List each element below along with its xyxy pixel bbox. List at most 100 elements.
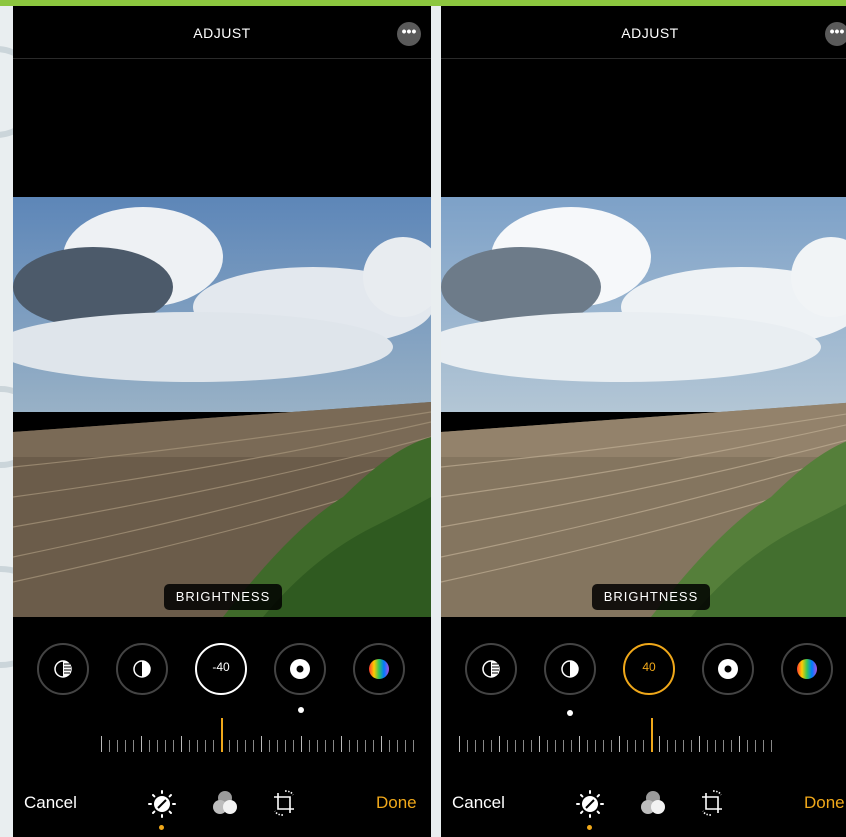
- top-bar: ADJUST •••: [441, 6, 846, 59]
- slider-tick: [547, 740, 548, 752]
- slider-needle[interactable]: [221, 718, 223, 752]
- adjust-dial-icon[interactable]: [147, 789, 177, 819]
- slider-tick: [109, 740, 110, 752]
- saturation-tool[interactable]: [353, 643, 405, 695]
- cancel-button[interactable]: Cancel: [24, 793, 77, 813]
- adjustment-slider[interactable]: [459, 718, 779, 752]
- brightness-tool[interactable]: 40: [623, 643, 675, 695]
- adjustment-slider[interactable]: [101, 718, 417, 752]
- slider-tick: [253, 740, 254, 752]
- saturation-icon: [369, 659, 389, 679]
- slider-tick: [771, 740, 772, 752]
- crop-rotate-icon[interactable]: [270, 789, 298, 817]
- slider-tick: [325, 740, 326, 752]
- done-button[interactable]: Done: [804, 793, 845, 813]
- slider-tick: [173, 740, 174, 752]
- active-mode-indicator: [587, 825, 592, 830]
- slider-tick: [571, 740, 572, 752]
- slider-tick: [499, 736, 500, 752]
- slider-tick: [491, 740, 492, 752]
- slider-tick: [699, 736, 700, 752]
- slider-tick: [341, 736, 342, 752]
- top-bar: ADJUST •••: [13, 6, 431, 59]
- slider-tick: [611, 740, 612, 752]
- filters-icon[interactable]: [211, 789, 239, 817]
- slider-tick: [531, 740, 532, 752]
- slider-tick: [189, 740, 190, 752]
- slider-tick: [141, 736, 142, 752]
- slider-tick: [237, 740, 238, 752]
- slider-tick: [261, 736, 262, 752]
- adjustment-name-label: BRIGHTNESS: [164, 584, 282, 610]
- slider-tick: [667, 740, 668, 752]
- slider-tick: [269, 740, 270, 752]
- slider-tick: [739, 736, 740, 752]
- slider-tick: [683, 740, 684, 752]
- contrast-icon: [133, 660, 151, 678]
- black-point-icon: [290, 659, 310, 679]
- brilliance-tool[interactable]: [116, 643, 168, 695]
- slider-tick: [389, 740, 390, 752]
- slider-tick: [619, 736, 620, 752]
- bottom-toolbar: Cancel Done: [13, 789, 431, 830]
- slider-tick: [229, 740, 230, 752]
- more-options-icon[interactable]: •••: [397, 22, 421, 46]
- slider-tick: [507, 740, 508, 752]
- slider-tick: [483, 740, 484, 752]
- slider-tick: [149, 740, 150, 752]
- slider-tick: [659, 736, 660, 752]
- active-mode-indicator: [159, 825, 164, 830]
- exposure-tool[interactable]: [465, 643, 517, 695]
- saturation-icon: [797, 659, 817, 679]
- slider-tick: [117, 740, 118, 752]
- slider-tick: [181, 736, 182, 752]
- slider-tick: [603, 740, 604, 752]
- slider-tick: [301, 736, 302, 752]
- black-point-tool[interactable]: [274, 643, 326, 695]
- slider-tick: [317, 740, 318, 752]
- slider-tick: [523, 740, 524, 752]
- exposure-tool[interactable]: [37, 643, 89, 695]
- done-button[interactable]: Done: [376, 793, 417, 813]
- brightness-tool[interactable]: -40: [195, 643, 247, 695]
- slider-tick: [747, 740, 748, 752]
- editor-panel-left: ADJUST ••• BRIGHTNESS -40 Cancel Done: [13, 6, 431, 837]
- slider-tick: [595, 740, 596, 752]
- slider-tick: [675, 740, 676, 752]
- default-position-dot: [298, 707, 304, 713]
- exposure-icon: [482, 660, 500, 678]
- more-options-icon[interactable]: •••: [825, 22, 846, 46]
- slider-tick: [579, 736, 580, 752]
- adjust-dial-icon[interactable]: [575, 789, 605, 819]
- slider-tick: [715, 740, 716, 752]
- slider-tick: [643, 740, 644, 752]
- slider-tick: [459, 736, 460, 752]
- filters-icon[interactable]: [639, 789, 667, 817]
- bottom-toolbar: Cancel Done: [441, 789, 846, 830]
- photo-preview: [441, 197, 846, 617]
- crop-rotate-icon[interactable]: [698, 789, 726, 817]
- slider-tick: [635, 740, 636, 752]
- contrast-icon: [561, 660, 579, 678]
- slider-tick: [349, 740, 350, 752]
- slider-tick: [165, 740, 166, 752]
- slider-tick: [333, 740, 334, 752]
- slider-needle[interactable]: [651, 718, 653, 752]
- slider-tick: [467, 740, 468, 752]
- brilliance-tool[interactable]: [544, 643, 596, 695]
- cancel-button[interactable]: Cancel: [452, 793, 505, 813]
- black-point-tool[interactable]: [702, 643, 754, 695]
- saturation-tool[interactable]: [781, 643, 833, 695]
- slider-tick: [707, 740, 708, 752]
- slider-tick: [563, 740, 564, 752]
- screen-title: ADJUST: [621, 25, 679, 41]
- slider-tick: [309, 740, 310, 752]
- slider-tick: [101, 736, 102, 752]
- slider-tick: [285, 740, 286, 752]
- slider-tick: [373, 740, 374, 752]
- screen-title: ADJUST: [193, 25, 251, 41]
- slider-tick: [691, 740, 692, 752]
- photo-preview: [13, 197, 431, 617]
- slider-tick: [397, 740, 398, 752]
- slider-tick: [205, 740, 206, 752]
